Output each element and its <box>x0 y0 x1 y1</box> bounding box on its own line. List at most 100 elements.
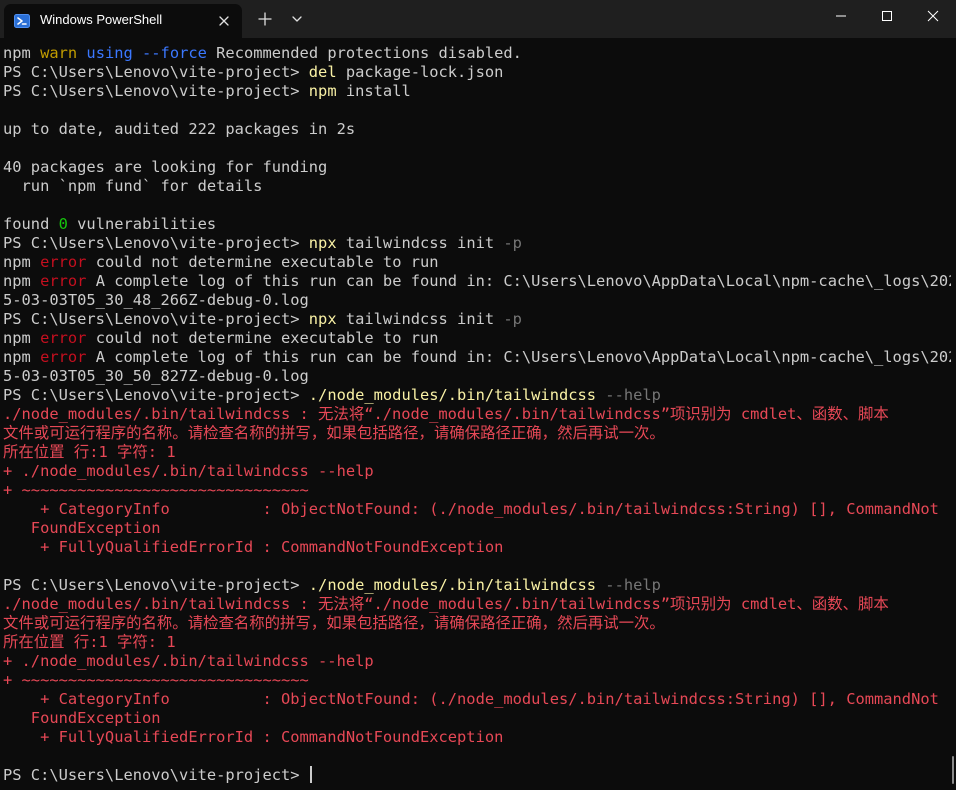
terminal-text: could not determine executable to run <box>86 253 439 271</box>
terminal-text: + FullyQualifiedErrorId : CommandNotFoun… <box>3 538 504 556</box>
terminal-text: 5-03-03T05_30_48_266Z-debug-0.log <box>3 291 309 309</box>
terminal-line: 文件或可运行程序的名称。请检查名称的拼写，如果包括路径，请确保路径正确，然后再试… <box>3 424 951 443</box>
terminal-text: up to date, audited 222 packages in 2s <box>3 120 356 138</box>
terminal-line: + ~~~~~~~~~~~~~~~~~~~~~~~~~~~~~~~ <box>3 671 951 690</box>
powershell-window: Windows PowerShell npm warn using --forc… <box>0 0 956 790</box>
terminal-line: + FullyQualifiedErrorId : CommandNotFoun… <box>3 728 951 747</box>
terminal-line: npm error A complete log of this run can… <box>3 348 951 367</box>
terminal-line: PS C:\Users\Lenovo\vite-project> npm ins… <box>3 82 951 101</box>
chevron-down-icon[interactable] <box>288 10 306 28</box>
close-icon[interactable] <box>216 13 232 29</box>
terminal-line: 所在位置 行:1 字符: 1 <box>3 443 951 462</box>
terminal-text: 文件或可运行程序的名称。请检查名称的拼写，如果包括路径，请确保路径正确，然后再试… <box>3 614 665 632</box>
terminal-line: npm error could not determine executable… <box>3 329 951 348</box>
terminal-text: Recommended protections disabled. <box>206 44 522 62</box>
terminal-line: run `npm fund` for details <box>3 177 951 196</box>
terminal-line: 5-03-03T05_30_50_827Z-debug-0.log <box>3 367 951 386</box>
terminal-text: + ./node_modules/.bin/tailwindcss --help <box>3 462 374 480</box>
terminal-text: + ./node_modules/.bin/tailwindcss --help <box>3 652 374 670</box>
terminal-line: npm warn using --force Recommended prote… <box>3 44 951 63</box>
terminal-text: run `npm fund` for details <box>3 177 263 195</box>
terminal-text: 所在位置 行:1 字符: 1 <box>3 443 176 461</box>
terminal-text: warn <box>40 44 87 62</box>
terminal-text: package-lock.json <box>336 63 504 81</box>
terminal-text: npm <box>3 44 41 62</box>
terminal-line: npm error could not determine executable… <box>3 253 951 272</box>
terminal-line: ./node_modules/.bin/tailwindcss : 无法将“./… <box>3 405 951 424</box>
terminal-text: 文件或可运行程序的名称。请检查名称的拼写，如果包括路径，请确保路径正确，然后再试… <box>3 424 665 442</box>
text-cursor <box>309 766 312 783</box>
scrollbar-thumb[interactable] <box>952 756 954 784</box>
terminal-text: + CategoryInfo : ObjectNotFound: (./node… <box>3 690 939 708</box>
terminal-text: PS C:\Users\Lenovo\vite-project> <box>3 82 309 100</box>
terminal-text: + CategoryInfo : ObjectNotFound: (./node… <box>3 500 939 518</box>
terminal-line: 40 packages are looking for funding <box>3 158 951 177</box>
terminal-text: ./node_modules/.bin/tailwindcss : 无法将“./… <box>3 405 889 423</box>
terminal-line: 5-03-03T05_30_48_266Z-debug-0.log <box>3 291 951 310</box>
terminal-text: vulnerabilities <box>67 215 217 233</box>
terminal-line: npm error A complete log of this run can… <box>3 272 951 291</box>
terminal-line: found 0 vulnerabilities <box>3 215 951 234</box>
terminal-text: tailwindcss init <box>336 234 504 252</box>
terminal-line: PS C:\Users\Lenovo\vite-project> <box>3 766 951 785</box>
terminal-text: 40 packages are looking for funding <box>3 158 328 176</box>
close-window-button[interactable] <box>910 0 956 32</box>
maximize-button[interactable] <box>864 0 910 32</box>
terminal-text: 5-03-03T05_30_50_827Z-debug-0.log <box>3 367 309 385</box>
terminal-text: FoundException <box>3 709 161 727</box>
terminal-line: PS C:\Users\Lenovo\vite-project> ./node_… <box>3 386 951 405</box>
terminal-line: + ./node_modules/.bin/tailwindcss --help <box>3 652 951 671</box>
terminal-text: -p <box>503 234 522 252</box>
plus-icon[interactable] <box>256 10 274 28</box>
terminal-line: + ~~~~~~~~~~~~~~~~~~~~~~~~~~~~~~~ <box>3 481 951 500</box>
terminal-text: error <box>40 348 87 366</box>
terminal-text: using --force <box>86 44 207 62</box>
title-bar[interactable]: Windows PowerShell <box>0 0 956 38</box>
terminal-text: npx <box>308 310 337 328</box>
powershell-icon <box>14 13 30 29</box>
terminal-text: PS C:\Users\Lenovo\vite-project> <box>3 386 309 404</box>
maximize-icon <box>882 11 892 21</box>
terminal-line: + CategoryInfo : ObjectNotFound: (./node… <box>3 500 951 519</box>
minimize-button[interactable] <box>818 0 864 32</box>
terminal-text: 0 <box>58 215 68 233</box>
terminal-line: FoundException <box>3 709 951 728</box>
terminal-line: + CategoryInfo : ObjectNotFound: (./node… <box>3 690 951 709</box>
terminal-line: PS C:\Users\Lenovo\vite-project> npx tai… <box>3 234 951 253</box>
terminal-line: FoundException <box>3 519 951 538</box>
terminal-text: + FullyQualifiedErrorId : CommandNotFoun… <box>3 728 504 746</box>
terminal-text: PS C:\Users\Lenovo\vite-project> <box>3 310 309 328</box>
terminal-text: npx <box>308 234 337 252</box>
terminal-line: PS C:\Users\Lenovo\vite-project> del pac… <box>3 63 951 82</box>
terminal-text: error <box>40 253 87 271</box>
terminal-text: --help <box>596 386 661 404</box>
terminal-text: FoundException <box>3 519 161 537</box>
terminal-text: ./node_modules/.bin/tailwindcss <box>308 386 597 404</box>
terminal-text: error <box>40 329 87 347</box>
terminal-text: 所在位置 行:1 字符: 1 <box>3 633 176 651</box>
terminal-text: npm <box>3 272 41 290</box>
terminal-text: found <box>3 215 59 233</box>
terminal-text: + ~~~~~~~~~~~~~~~~~~~~~~~~~~~~~~~ <box>3 671 309 689</box>
terminal-output[interactable]: npm warn using --force Recommended prote… <box>3 44 951 790</box>
tab-windows-powershell[interactable]: Windows PowerShell <box>4 4 242 38</box>
terminal-text: ./node_modules/.bin/tailwindcss : 无法将“./… <box>3 595 889 613</box>
close-icon <box>927 10 939 22</box>
minimize-icon <box>836 15 846 17</box>
terminal-line: PS C:\Users\Lenovo\vite-project> npx tai… <box>3 310 951 329</box>
terminal-text: ./node_modules/.bin/tailwindcss <box>308 576 597 594</box>
terminal-text: PS C:\Users\Lenovo\vite-project> <box>3 576 309 594</box>
terminal-text: npm <box>3 329 41 347</box>
terminal-text: --help <box>596 576 661 594</box>
terminal-text: PS C:\Users\Lenovo\vite-project> <box>3 63 309 81</box>
terminal-text: error <box>40 272 87 290</box>
terminal-line: + FullyQualifiedErrorId : CommandNotFoun… <box>3 538 951 557</box>
terminal-text: PS C:\Users\Lenovo\vite-project> <box>3 234 309 252</box>
terminal-text: A complete log of this run can be found … <box>86 272 951 290</box>
terminal-text: install <box>336 82 411 100</box>
